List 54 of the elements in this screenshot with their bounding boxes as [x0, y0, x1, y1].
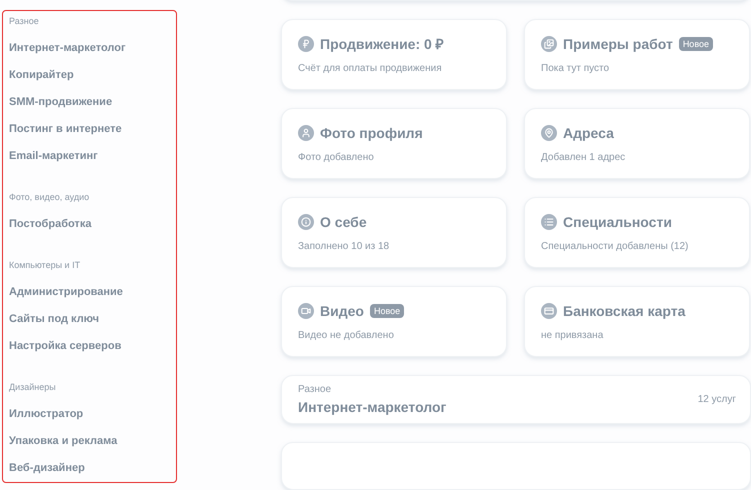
service-category: Разное [298, 382, 332, 397]
service-count: 12 услуг [698, 393, 736, 408]
sidebar-item[interactable]: Email-маркетинг [9, 143, 170, 170]
profile-card[interactable]: Фото профиля Фото добавлено [281, 108, 507, 180]
service-title: Интернет-маркетолог [298, 398, 448, 417]
sidebar-item[interactable]: Иллюстратор [9, 401, 170, 428]
profile-card[interactable]: Специальности Специальности добавлены (12) [524, 197, 750, 268]
group-heading: Дизайнеры [9, 381, 57, 394]
card-title: Банковская карта [563, 302, 686, 322]
card-title: Адреса [563, 124, 614, 144]
ruble-icon [298, 36, 314, 52]
info-icon [298, 214, 314, 230]
group-heading: Компьютеры и IT [9, 259, 82, 272]
list-icon [541, 214, 557, 230]
service-card[interactable]: Разное Интернет-маркетолог 12 услуг [281, 375, 751, 424]
profile-card[interactable]: Продвижение: 0 ₽ Счёт для оплаты продвижения [281, 19, 507, 90]
card-subtitle: Счёт для оплаты продвижения [298, 62, 443, 76]
user-icon [298, 125, 314, 142]
card-subtitle: Фото добавлено [298, 151, 375, 166]
card-subtitle: Добавлен 1 адрес [541, 151, 626, 166]
new-badge: Новое [678, 37, 714, 52]
sidebar-item[interactable]: Администрирование [9, 279, 170, 306]
group-heading: Фото, видео, аудио [9, 191, 90, 204]
card-subtitle: Видео не добавлено [298, 329, 395, 344]
card-title: Специальности [563, 213, 672, 232]
card-subtitle: не привязана [541, 329, 604, 344]
card-title: О себе [320, 213, 367, 232]
sidebar-item[interactable]: Веб-дизайнер [9, 455, 170, 482]
profile-card[interactable]: Адреса Добавлен 1 адрес [524, 108, 750, 180]
card-title: Фото профиля [320, 124, 423, 144]
credit-card-icon [541, 303, 557, 320]
card-title: Видео [320, 302, 364, 322]
card-subtitle: Специальности добавлены (12) [541, 240, 690, 254]
sidebar-item[interactable]: Сайты под ключ [9, 306, 170, 333]
sidebar-item[interactable]: Копирайтер [9, 62, 170, 89]
video-camera-icon [298, 303, 314, 320]
sidebar-item[interactable]: SMM-продвижение [9, 89, 170, 116]
sidebar-item[interactable]: Постобработка [9, 211, 170, 238]
card-subtitle: Пока тут пусто [541, 62, 610, 76]
profile-card[interactable]: Банковская карта не привязана [524, 286, 750, 358]
card-subtitle: Заполнено 10 из 18 [298, 240, 390, 254]
sidebar-item[interactable]: Настройка серверов [9, 333, 170, 360]
sidebar-item[interactable]: Постинг в интернете [9, 116, 170, 143]
sidebar-item[interactable]: Интернет-маркетолог [9, 35, 170, 62]
sidebar-item[interactable]: Упаковка и реклама [9, 428, 170, 455]
new-badge: Новое [370, 304, 404, 318]
profile-card[interactable]: Видео Новое Видео не добавлено [281, 286, 507, 358]
group-heading: Разное [9, 15, 40, 28]
profile-card[interactable]: О себе Заполнено 10 из 18 [281, 197, 507, 268]
map-pin-icon [541, 125, 557, 142]
card-title: Продвижение: 0 ₽ [320, 35, 444, 54]
gallery-icon [541, 36, 557, 52]
profile-card[interactable]: Примеры работ Новое Пока тут пусто [524, 19, 750, 90]
card-title: Примеры работ [563, 35, 673, 54]
